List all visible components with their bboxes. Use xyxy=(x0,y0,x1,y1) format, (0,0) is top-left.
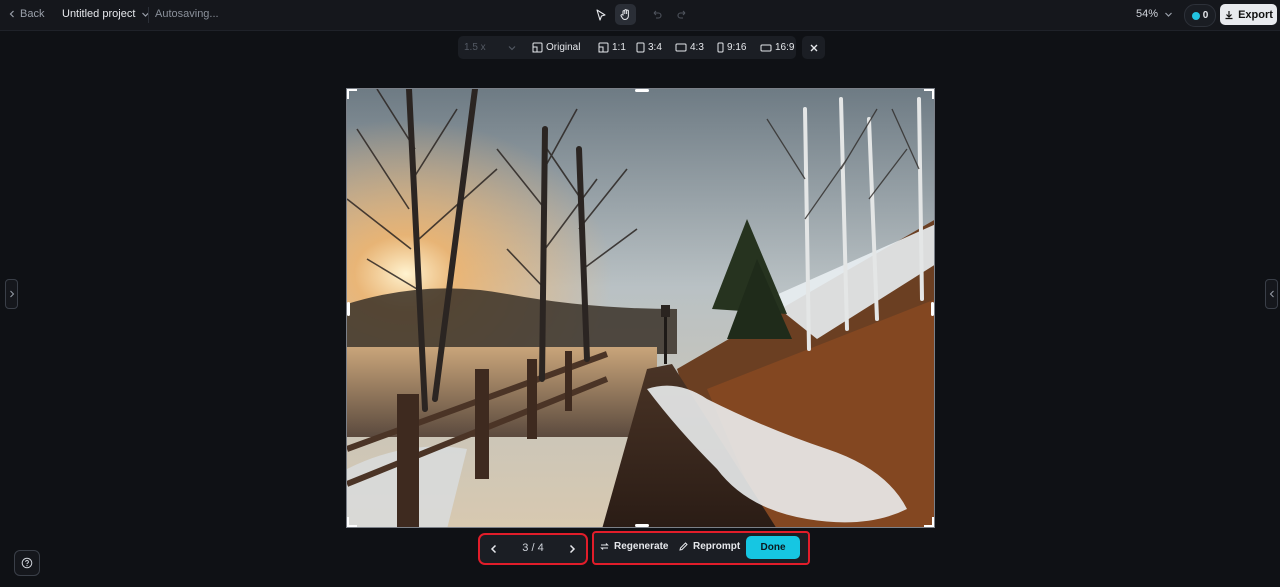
chevron-left-icon xyxy=(9,10,14,18)
variation-pager: 3 / 4 xyxy=(478,533,588,565)
cursor-icon xyxy=(595,8,606,21)
credit-icon xyxy=(1191,11,1200,20)
ratio-9-16-label: 9:16 xyxy=(727,42,747,53)
undo-icon xyxy=(653,10,662,19)
close-icon xyxy=(810,44,817,51)
next-variation-button[interactable] xyxy=(564,541,580,557)
autosave-status: Autosaving... xyxy=(155,8,219,20)
resize-handle-bottom[interactable] xyxy=(635,524,649,527)
help-button[interactable] xyxy=(14,550,40,576)
ratio-original-label: Original xyxy=(546,42,581,53)
undo-button[interactable] xyxy=(646,4,667,25)
zoom-dropdown[interactable]: 54% xyxy=(1136,8,1173,20)
resize-handle-bottom-right[interactable] xyxy=(924,517,934,527)
reprompt-label: Reprompt xyxy=(693,541,741,552)
hand-icon xyxy=(620,9,629,21)
original-ratio-icon xyxy=(532,42,543,53)
download-icon xyxy=(1225,10,1233,19)
resize-handle-top-left[interactable] xyxy=(347,89,357,99)
export-label: Export xyxy=(1238,8,1273,21)
chevron-down-icon xyxy=(508,45,516,50)
resize-handle-bottom-left[interactable] xyxy=(347,517,357,527)
scale-dropdown[interactable]: 1.5 x xyxy=(462,39,518,56)
variation-counter: 3 / 4 xyxy=(522,542,544,554)
zoom-value: 54% xyxy=(1136,8,1159,20)
ratio-1-1[interactable]: 1:1 xyxy=(598,40,626,55)
select-tool-button[interactable] xyxy=(590,4,611,25)
regenerate-button[interactable]: Regenerate xyxy=(599,541,668,552)
ratio-4-3[interactable]: 4:3 xyxy=(675,40,704,55)
help-icon xyxy=(21,557,33,569)
close-ratio-button[interactable] xyxy=(802,36,825,59)
regenerate-label: Regenerate xyxy=(614,541,669,552)
chevron-left-icon xyxy=(1269,290,1274,298)
chevron-right-icon xyxy=(9,290,14,298)
redo-button[interactable] xyxy=(671,4,692,25)
ratio-9-16[interactable]: 9:16 xyxy=(717,40,746,55)
back-label: Back xyxy=(20,8,45,20)
redo-icon xyxy=(676,10,685,19)
reprompt-button[interactable]: Reprompt xyxy=(678,541,740,552)
project-name: Untitled project xyxy=(62,8,136,20)
refresh-icon xyxy=(600,543,609,550)
ratio-3-4-label: 3:4 xyxy=(648,42,662,53)
landscape-photo xyxy=(347,89,934,527)
aspect-ratio-toolbar: 1.5 x Original 1:1 3:4 4:3 9:16 16:9 xyxy=(458,36,796,59)
right-panel-toggle[interactable] xyxy=(1265,279,1278,309)
ratio-16-9-label: 16:9 xyxy=(775,42,795,53)
wide-ratio-icon xyxy=(760,44,772,51)
export-button[interactable]: Export xyxy=(1220,4,1277,25)
hand-tool-button[interactable] xyxy=(615,4,636,25)
resize-handle-left[interactable] xyxy=(347,302,350,316)
project-name-dropdown[interactable]: Untitled project xyxy=(62,8,150,20)
chevron-down-icon xyxy=(142,12,150,17)
pencil-icon xyxy=(679,542,688,551)
resize-handle-top-right[interactable] xyxy=(924,89,934,99)
landscape-ratio-icon xyxy=(675,43,687,52)
previous-variation-button[interactable] xyxy=(486,541,502,557)
resize-handle-top[interactable] xyxy=(635,89,649,92)
ratio-16-9[interactable]: 16:9 xyxy=(760,40,794,55)
back-button[interactable]: Back xyxy=(8,8,44,20)
left-panel-toggle[interactable] xyxy=(5,279,18,309)
top-bar: Back Untitled project Autosaving... 54% … xyxy=(0,0,1280,31)
ratio-1-1-label: 1:1 xyxy=(612,42,626,53)
image-actions: Regenerate Reprompt Done xyxy=(592,531,810,565)
resize-handle-right[interactable] xyxy=(931,302,934,316)
chevron-down-icon xyxy=(1165,12,1172,17)
square-ratio-icon xyxy=(598,42,609,53)
portrait-ratio-icon xyxy=(636,42,645,53)
ratio-3-4[interactable]: 3:4 xyxy=(636,40,662,55)
ratio-original[interactable]: Original xyxy=(532,40,580,55)
generated-image[interactable] xyxy=(346,88,935,528)
chevron-right-icon xyxy=(569,544,576,554)
credits-badge[interactable]: 0 xyxy=(1184,4,1216,27)
credits-count: 0 xyxy=(1202,10,1209,21)
tall-ratio-icon xyxy=(717,42,724,53)
header-divider xyxy=(148,7,149,23)
ratio-4-3-label: 4:3 xyxy=(690,42,704,53)
done-button[interactable]: Done xyxy=(746,536,800,559)
scale-value: 1.5 x xyxy=(464,42,486,53)
chevron-left-icon xyxy=(490,544,497,554)
